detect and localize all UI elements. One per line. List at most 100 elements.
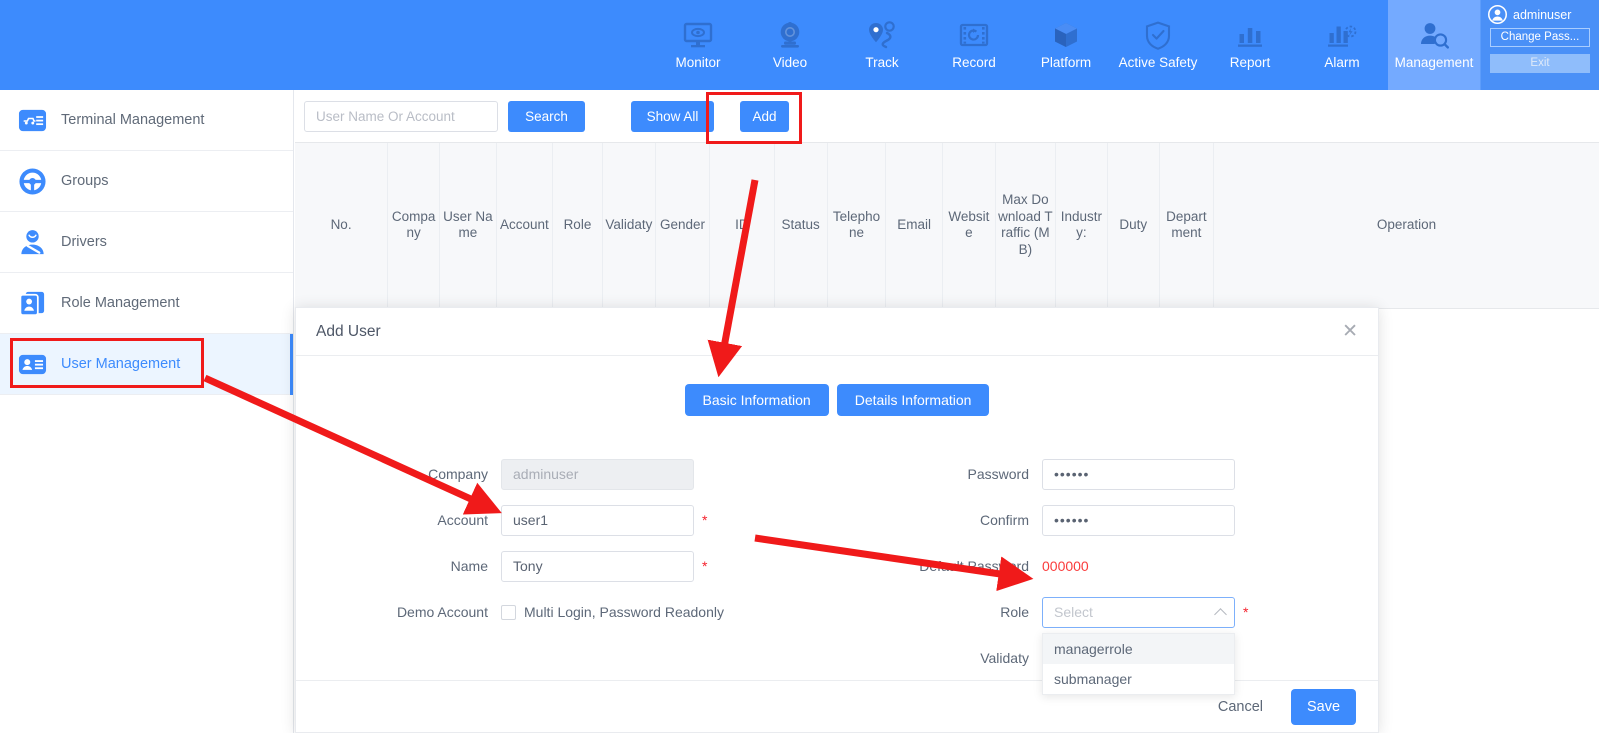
show-all-button[interactable]: Show All xyxy=(631,100,714,132)
user-row: adminuser xyxy=(1481,5,1599,24)
column-header-no[interactable]: No. xyxy=(295,143,389,309)
nav-item-video[interactable]: Video xyxy=(744,0,836,90)
terminal-card-icon xyxy=(18,106,47,135)
column-header-telephone[interactable]: Telephone xyxy=(827,143,887,309)
sidebar-item-label: Role Management xyxy=(61,295,180,311)
user-card-icon xyxy=(18,350,47,379)
nav-item-monitor[interactable]: Monitor xyxy=(652,0,744,90)
default-password-label: Default Password xyxy=(919,558,1029,574)
field-role: Role Select managerrole submanager * xyxy=(837,589,1378,695)
search-input[interactable] xyxy=(304,100,498,132)
top-nav-items: Monitor Video Track Record Platform Acti… xyxy=(652,0,1480,90)
exit-button[interactable]: Exit xyxy=(1490,54,1590,73)
role-label: Role xyxy=(1000,604,1029,620)
nav-item-report[interactable]: Report xyxy=(1204,0,1296,90)
dialog-tabs: Basic Information Details Information xyxy=(296,356,1378,416)
tab-details-information[interactable]: Details Information xyxy=(836,384,990,416)
change-password-button[interactable]: Change Pass... xyxy=(1490,28,1590,47)
required-marker: * xyxy=(702,558,708,574)
column-header-company[interactable]: Company xyxy=(387,143,441,309)
tab-basic-information[interactable]: Basic Information xyxy=(684,384,829,416)
field-password: Password xyxy=(837,451,1378,497)
dialog-title: Add User xyxy=(316,322,381,340)
table-header-row: No. Company User Name Account Role Valid… xyxy=(295,143,1599,309)
close-icon[interactable]: ✕ xyxy=(1342,322,1358,341)
column-header-validaty[interactable]: Validaty xyxy=(602,143,656,309)
search-button[interactable]: Search xyxy=(508,100,585,132)
demo-account-checkbox-label: Multi Login, Password Readonly xyxy=(524,604,724,620)
nav-item-record[interactable]: Record xyxy=(928,0,1020,90)
bar-chart-icon xyxy=(1233,20,1267,50)
sidebar-item-groups[interactable]: Groups xyxy=(0,151,293,212)
role-option-managerrole[interactable]: managerrole xyxy=(1043,633,1234,664)
camera-icon xyxy=(773,20,807,50)
role-select[interactable]: Select xyxy=(1042,596,1235,628)
demo-account-label: Demo Account xyxy=(396,604,488,620)
column-header-duty[interactable]: Duty xyxy=(1107,143,1160,309)
column-header-id[interactable]: ID xyxy=(709,143,775,309)
field-name: Name * xyxy=(296,543,837,589)
add-user-form: Company Account * Name xyxy=(296,451,1378,695)
sidebar-item-label: User Management xyxy=(61,356,181,372)
password-input[interactable] xyxy=(1042,458,1235,490)
column-header-role[interactable]: Role xyxy=(552,143,603,309)
nav-item-alarm[interactable]: Alarm xyxy=(1296,0,1388,90)
column-header-operation[interactable]: Operation xyxy=(1213,143,1599,309)
add-button[interactable]: Add xyxy=(740,100,789,132)
company-label: Company xyxy=(428,466,488,482)
sidebar-item-user-management[interactable]: User Management xyxy=(0,334,293,395)
demo-account-checkbox[interactable] xyxy=(501,604,516,620)
app-root: Monitor Video Track Record Platform Acti… xyxy=(0,0,1599,733)
column-header-email[interactable]: Email xyxy=(885,143,943,309)
sidebar-item-drivers[interactable]: Drivers xyxy=(0,212,293,273)
validaty-label: Validaty xyxy=(980,650,1029,666)
nav-label: Record xyxy=(952,55,996,71)
column-header-account[interactable]: Account xyxy=(496,143,554,309)
sidebar-item-terminal-management[interactable]: Terminal Management xyxy=(0,90,293,151)
driver-person-icon xyxy=(18,228,47,257)
nav-item-track[interactable]: Track xyxy=(836,0,928,90)
nav-label: Video xyxy=(772,55,808,71)
nav-label: Report xyxy=(1229,55,1271,71)
role-card-icon xyxy=(18,289,47,318)
steering-wheel-icon xyxy=(18,167,47,196)
account-input[interactable] xyxy=(501,504,694,536)
user-search-icon xyxy=(1417,20,1451,50)
user-name: adminuser xyxy=(1513,7,1572,22)
column-header-website[interactable]: Website xyxy=(942,143,996,309)
user-box: adminuser Change Pass... Exit xyxy=(1480,0,1599,90)
monitor-icon xyxy=(681,20,715,50)
confirm-input[interactable] xyxy=(1042,504,1235,536)
nav-label: Alarm xyxy=(1324,55,1360,71)
chevron-up-icon xyxy=(1214,607,1227,621)
column-header-max-download-traffic[interactable]: Max Download Traffic (MB) xyxy=(995,143,1056,309)
sidebar: Terminal Management Groups Drivers Role … xyxy=(0,90,294,733)
add-user-dialog: Add User ✕ Basic Information Details Inf… xyxy=(295,307,1379,733)
cancel-button[interactable]: Cancel xyxy=(1212,698,1269,716)
avatar xyxy=(1488,5,1507,24)
nav-item-management[interactable]: Management xyxy=(1388,0,1480,90)
dialog-header: Add User ✕ xyxy=(296,308,1378,356)
record-icon xyxy=(957,20,991,50)
sidebar-item-role-management[interactable]: Role Management xyxy=(0,273,293,334)
nav-label: Platform xyxy=(1040,55,1092,71)
cube-icon xyxy=(1049,20,1083,50)
role-option-submanager[interactable]: submanager xyxy=(1043,664,1234,694)
sidebar-item-label: Groups xyxy=(61,173,109,189)
field-company: Company xyxy=(296,451,837,497)
column-header-user-name[interactable]: User Name xyxy=(439,143,497,309)
column-header-industry[interactable]: Industry: xyxy=(1055,143,1108,309)
column-header-status[interactable]: Status xyxy=(774,143,828,309)
sidebar-item-label: Drivers xyxy=(61,234,107,250)
field-confirm: Confirm xyxy=(837,497,1378,543)
save-button[interactable]: Save xyxy=(1291,688,1356,725)
column-header-department[interactable]: Department xyxy=(1159,143,1215,309)
form-column-right: Password Confirm Default Password xyxy=(837,451,1378,695)
nav-label: Track xyxy=(865,55,899,71)
confirm-label: Confirm xyxy=(979,512,1029,528)
nav-item-active-safety[interactable]: Active Safety xyxy=(1112,0,1204,90)
name-input[interactable] xyxy=(501,550,694,582)
nav-item-platform[interactable]: Platform xyxy=(1020,0,1112,90)
top-navigation-bar: Monitor Video Track Record Platform Acti… xyxy=(0,0,1599,90)
column-header-gender[interactable]: Gender xyxy=(655,143,711,309)
